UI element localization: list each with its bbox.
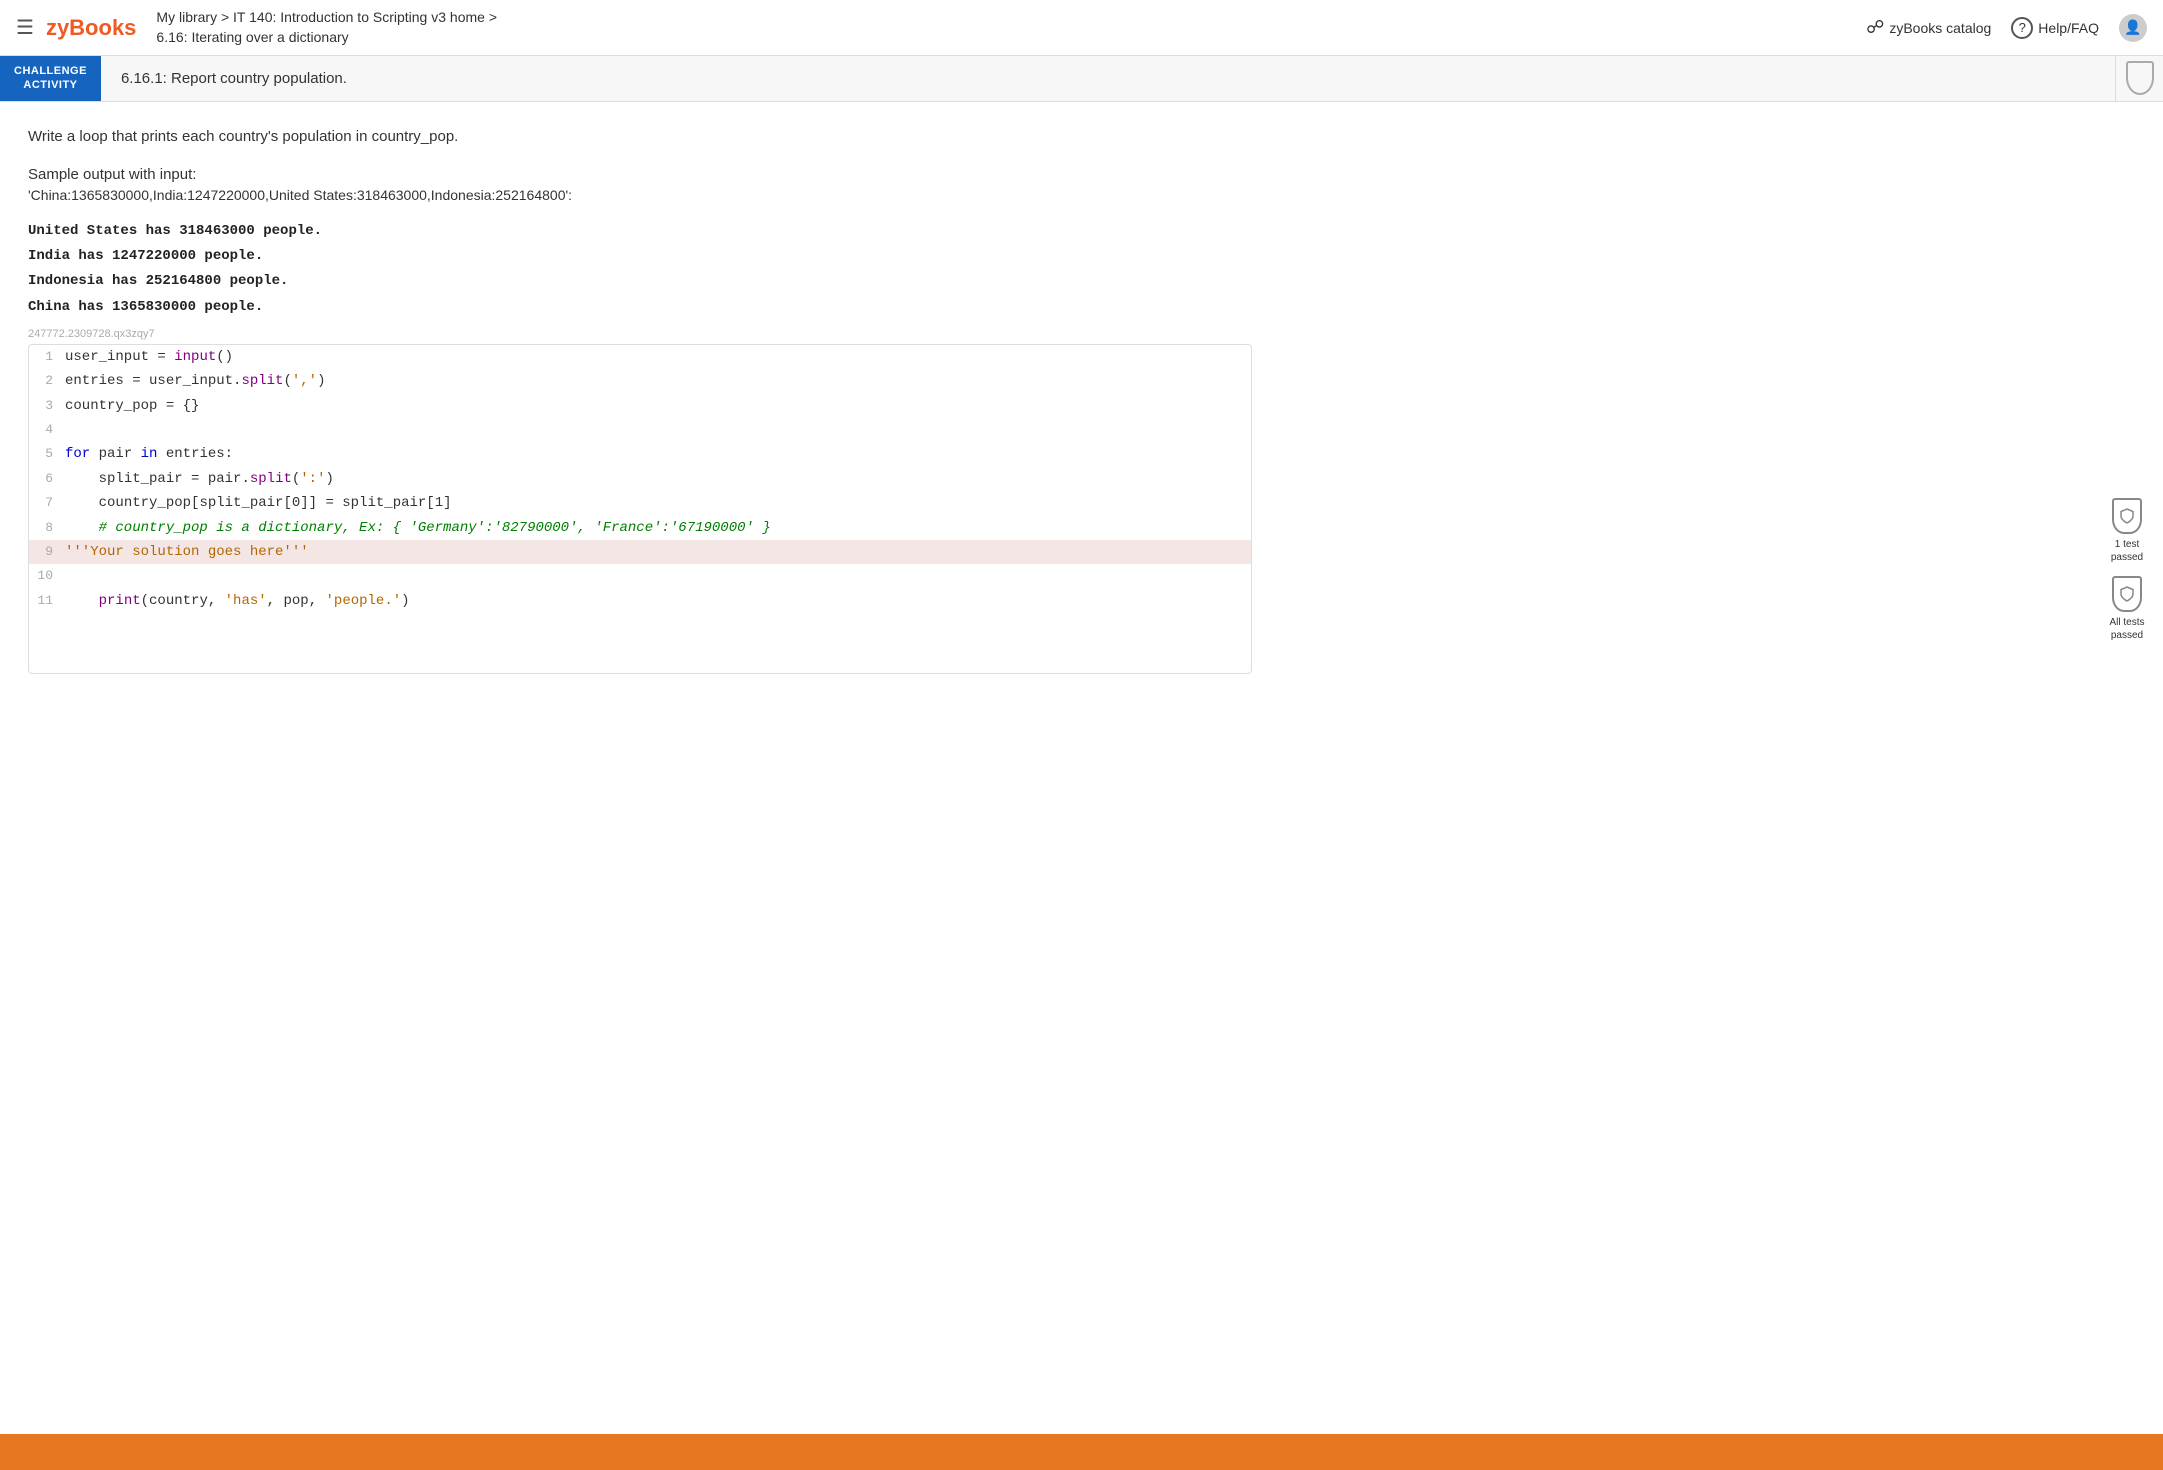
user-account[interactable]: 👤	[2119, 14, 2147, 42]
user-avatar: 👤	[2119, 14, 2147, 42]
breadcrumb: My library > IT 140: Introduction to Scr…	[156, 8, 497, 47]
badge-all-label: All tests passed	[2109, 616, 2144, 642]
output-line-1: United States has 318463000 people.	[28, 219, 1252, 244]
shield-icon	[2126, 61, 2154, 95]
code-line-7: 7 country_pop[split_pair[0]] = split_pai…	[29, 491, 1251, 515]
challenge-title: 6.16.1: Report country population.	[101, 56, 2115, 101]
editor-id: 247772.2309728.qx3zqy7	[28, 328, 1252, 340]
code-line-10: 10	[29, 564, 1251, 588]
badge-1-label: 1 test passed	[2111, 538, 2143, 564]
sample-output-label: Sample output with input:	[28, 166, 1252, 183]
description-text: Write a loop that prints each country's …	[28, 126, 1252, 149]
menu-icon[interactable]: ☰	[16, 15, 34, 40]
right-sidebar: 1 test passed All tests passed	[2091, 490, 2163, 650]
output-line-4: China has 1365830000 people.	[28, 295, 1252, 320]
help-icon: ?	[2011, 17, 2033, 39]
sample-code-output: United States has 318463000 people. Indi…	[28, 219, 1252, 320]
breadcrumb-line2: 6.16: Iterating over a dictionary	[156, 28, 497, 48]
breadcrumb-line1: My library > IT 140: Introduction to Scr…	[156, 8, 497, 28]
code-line-8: 8 # country_pop is a dictionary, Ex: { '…	[29, 516, 1251, 540]
catalog-label: zyBooks catalog	[1889, 20, 1991, 36]
code-line-5: 5 for pair in entries:	[29, 442, 1251, 466]
main-content: Write a loop that prints each country's …	[0, 102, 1280, 691]
code-line-4: 4	[29, 418, 1251, 442]
code-line-9[interactable]: 9 '''Your solution goes here'''	[29, 540, 1251, 564]
help-label: Help/FAQ	[2038, 20, 2099, 36]
code-line-6: 6 split_pair = pair.split(':')	[29, 467, 1251, 491]
code-line-1: 1 user_input = input()	[29, 345, 1251, 369]
badge-1-test: 1 test passed	[2111, 498, 2143, 564]
shield-badge-all	[2112, 576, 2142, 612]
output-line-2: India has 1247220000 people.	[28, 244, 1252, 269]
editor-bottom-padding	[29, 613, 1251, 673]
bottom-bar	[0, 1434, 2163, 1470]
shield-button[interactable]	[2115, 56, 2163, 101]
help-link[interactable]: ? Help/FAQ	[2011, 17, 2099, 39]
code-line-3: 3 country_pop = {}	[29, 394, 1251, 418]
main-area: Write a loop that prints each country's …	[0, 102, 2163, 1434]
catalog-icon: ☍	[1866, 17, 1884, 38]
output-line-3: Indonesia has 252164800 people.	[28, 269, 1252, 294]
challenge-label-line2: ACTIVITY	[23, 78, 77, 92]
shield-svg-all	[2119, 586, 2135, 602]
code-editor[interactable]: 1 user_input = input() 2 entries = user_…	[28, 344, 1252, 674]
sample-input-line: 'China:1365830000,India:1247220000,Unite…	[28, 187, 1252, 203]
topbar: ☰ zyBooks My library > IT 140: Introduct…	[0, 0, 2163, 56]
code-line-11: 11 print(country, 'has', pop, 'people.')	[29, 589, 1251, 613]
code-line-2: 2 entries = user_input.split(',')	[29, 369, 1251, 393]
challenge-label-line1: CHALLENGE	[14, 64, 87, 78]
challenge-header: CHALLENGE ACTIVITY 6.16.1: Report countr…	[0, 56, 2163, 102]
badge-all-tests: All tests passed	[2109, 576, 2144, 642]
zybooks-logo[interactable]: zyBooks	[46, 15, 136, 41]
catalog-link[interactable]: ☍ zyBooks catalog	[1866, 17, 1991, 38]
challenge-label: CHALLENGE ACTIVITY	[0, 56, 101, 101]
shield-svg-1	[2119, 508, 2135, 524]
topbar-right: ☍ zyBooks catalog ? Help/FAQ 👤	[1866, 14, 2147, 42]
shield-badge-1test	[2112, 498, 2142, 534]
